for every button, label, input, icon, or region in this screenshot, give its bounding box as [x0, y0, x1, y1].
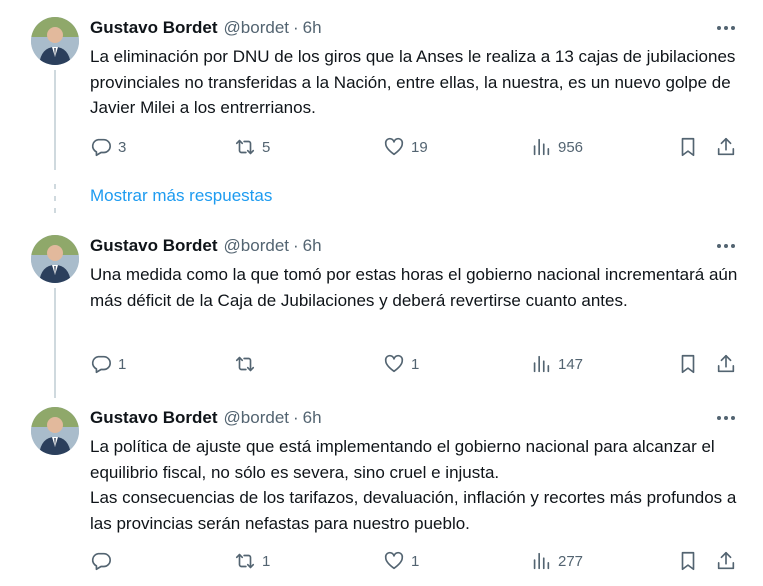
reply-icon — [91, 552, 111, 571]
tweet[interactable]: Gustavo Bordet @bordet · 6h Una medida c… — [0, 235, 763, 385]
retweet-icon — [235, 139, 255, 155]
bookmark-button[interactable] — [677, 135, 699, 159]
views-count: 277 — [558, 552, 584, 570]
separator-dot: · — [293, 18, 299, 37]
timestamp[interactable]: 6h — [303, 408, 322, 428]
like-count: 1 — [411, 552, 420, 570]
views-button[interactable]: 956 — [530, 135, 583, 159]
more-icon[interactable] — [714, 408, 738, 428]
reply-button[interactable]: 1 — [90, 352, 126, 376]
tweet-header: Gustavo Bordet @bordet · 6h — [90, 235, 322, 257]
tweet-text-paragraph: Una medida como la que tomó por estas ho… — [90, 265, 738, 310]
share-button[interactable] — [715, 549, 737, 573]
reply-count: 3 — [118, 138, 127, 156]
retweet-button[interactable]: 5 — [234, 135, 270, 159]
views-icon — [533, 138, 550, 156]
thread-dot — [54, 184, 56, 189]
more-icon[interactable] — [714, 236, 738, 256]
views-icon — [533, 355, 550, 373]
author-name[interactable]: Gustavo Bordet — [90, 236, 218, 256]
retweet-icon — [235, 356, 255, 372]
like-icon — [384, 551, 404, 570]
author-handle[interactable]: @bordet — [224, 18, 289, 38]
action-bar: 3 5 19 956 — [0, 135, 763, 159]
share-icon — [717, 551, 735, 570]
avatar[interactable] — [31, 17, 79, 65]
timestamp[interactable]: 6h — [303, 236, 322, 256]
action-bar: 1 1 277 — [0, 549, 763, 573]
reply-button[interactable]: 3 — [90, 135, 126, 159]
share-icon — [717, 137, 735, 156]
tweet[interactable]: Gustavo Bordet @bordet · 6h La eliminaci… — [0, 17, 763, 167]
separator-dot: · — [293, 408, 299, 427]
timestamp[interactable]: 6h — [303, 18, 322, 38]
reply-icon — [91, 138, 111, 157]
author-handle[interactable]: @bordet — [224, 236, 289, 256]
bookmark-icon — [681, 137, 695, 157]
share-button[interactable] — [715, 135, 737, 159]
bookmark-icon — [681, 354, 695, 374]
tweet-text-paragraph: La eliminación por DNU de los giros que … — [90, 47, 736, 117]
thread-dot — [54, 196, 56, 201]
like-button[interactable]: 1 — [383, 352, 419, 376]
bookmark-button[interactable] — [677, 352, 699, 376]
like-icon — [384, 354, 404, 373]
tweet-text: Una medida como la que tomó por estas ho… — [90, 262, 740, 313]
share-icon — [717, 354, 735, 373]
views-icon — [533, 552, 550, 570]
views-count: 956 — [558, 138, 584, 156]
tweet-header: Gustavo Bordet @bordet · 6h — [90, 17, 322, 39]
views-button[interactable]: 277 — [530, 549, 583, 573]
views-button[interactable]: 147 — [530, 352, 583, 376]
tweet-text-paragraph: La política de ajuste que está implement… — [90, 437, 715, 482]
retweet-count: 5 — [262, 138, 271, 156]
bookmark-icon — [681, 551, 695, 571]
tweet-text: La política de ajuste que está implement… — [90, 434, 740, 536]
retweet-button[interactable] — [234, 352, 262, 376]
views-count: 147 — [558, 355, 584, 373]
reply-count: 1 — [118, 355, 127, 373]
reply-button[interactable] — [90, 549, 118, 573]
like-button[interactable]: 1 — [383, 549, 419, 573]
tweet-text: La eliminación por DNU de los giros que … — [90, 44, 740, 121]
retweet-icon — [235, 553, 255, 569]
tweet-text-paragraph: Las consecuencias de los tarifazos, deva… — [90, 488, 737, 533]
more-icon[interactable] — [714, 18, 738, 38]
author-name[interactable]: Gustavo Bordet — [90, 18, 218, 38]
action-bar: 1 1 147 — [0, 352, 763, 376]
author-name[interactable]: Gustavo Bordet — [90, 408, 218, 428]
tweet[interactable]: Gustavo Bordet @bordet · 6h La política … — [0, 407, 763, 582]
avatar[interactable] — [31, 235, 79, 283]
like-button[interactable]: 19 — [383, 135, 428, 159]
separator-dot: · — [293, 236, 299, 255]
bookmark-button[interactable] — [677, 549, 699, 573]
thread-dot — [54, 208, 56, 213]
reply-icon — [91, 355, 111, 374]
like-count: 19 — [411, 138, 428, 156]
like-icon — [384, 137, 404, 156]
tweet-header: Gustavo Bordet @bordet · 6h — [90, 407, 322, 429]
author-handle[interactable]: @bordet — [224, 408, 289, 428]
like-count: 1 — [411, 355, 420, 373]
show-more-replies-link[interactable]: Mostrar más respuestas — [90, 184, 272, 208]
avatar[interactable] — [31, 407, 79, 455]
retweet-button[interactable]: 1 — [234, 549, 270, 573]
share-button[interactable] — [715, 352, 737, 376]
retweet-count: 1 — [262, 552, 271, 570]
